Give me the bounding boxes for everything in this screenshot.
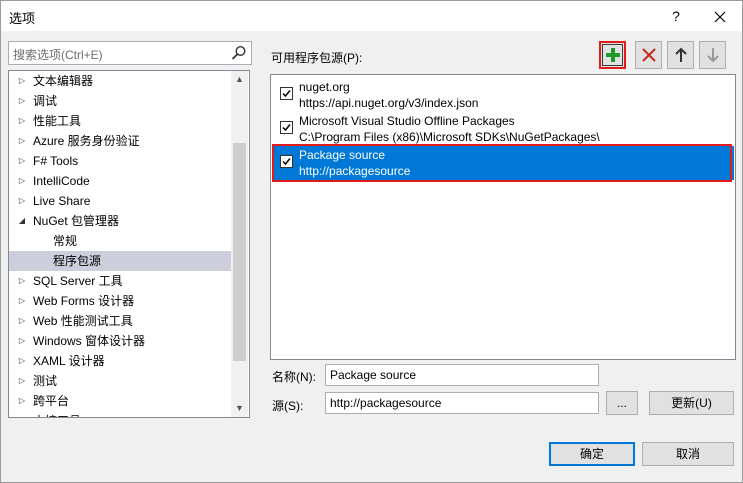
- source-label: 源(S):: [272, 399, 304, 413]
- search-icon[interactable]: [231, 45, 247, 61]
- available-sources-label: 可用程序包源(P):: [271, 51, 363, 65]
- tree-item-label: 调试: [33, 94, 58, 108]
- arrow-up-icon: [674, 47, 687, 62]
- expand-arrow-icon[interactable]: ▷: [17, 411, 27, 417]
- expand-arrow-icon[interactable]: ▷: [17, 111, 27, 131]
- name-field[interactable]: Package source: [325, 364, 599, 386]
- package-source-item[interactable]: Package source http://packagesource: [272, 144, 734, 182]
- tree-item-label: 跨平台: [33, 394, 70, 408]
- expand-arrow-icon[interactable]: ▷: [17, 371, 27, 391]
- add-source-button[interactable]: [599, 41, 626, 69]
- expand-arrow-icon[interactable]: ▷: [17, 151, 27, 171]
- close-button[interactable]: [707, 5, 733, 27]
- tree-item[interactable]: ▷ 调试: [9, 91, 231, 111]
- tree-item[interactable]: ▷ 中控工具: [9, 411, 231, 417]
- cancel-button[interactable]: 取消: [642, 442, 734, 466]
- tree-item[interactable]: ▷ Live Share: [9, 191, 231, 211]
- tree-item-label: 文本编辑器: [33, 74, 94, 88]
- expand-arrow-icon[interactable]: ▷: [17, 271, 27, 291]
- check-icon: [282, 90, 291, 98]
- tree-item-label: Live Share: [33, 194, 91, 208]
- tree-item[interactable]: ▷ Web Forms 设计器: [9, 291, 231, 311]
- tree-item[interactable]: 程序包源: [9, 251, 231, 271]
- tree-item-label: 性能工具: [33, 114, 82, 128]
- tree-item[interactable]: 常规: [9, 231, 231, 251]
- name-label: 名称(N):: [272, 370, 316, 384]
- options-tree: ▷ 文本编辑器 ▷ 调试 ▷ 性能工具 ▷ Azure 服务身份验证 ▷ F# Tools ▷ Int…: [8, 70, 250, 418]
- expand-arrow-icon[interactable]: ▷: [17, 331, 27, 351]
- tree-item-label: 中控工具: [33, 411, 81, 417]
- check-icon: [282, 158, 291, 166]
- window-title: 选项: [9, 11, 36, 26]
- tree-item[interactable]: ▷ Windows 窗体设计器: [9, 331, 231, 351]
- options-dialog: 选项 ? 搜索选项(Ctrl+E) ▷ 文本编辑器 ▷ 调试 ▷ 性能工具 ▷ Azure 服…: [0, 0, 743, 483]
- tree-item-label: F# Tools: [33, 154, 79, 168]
- title-bar: 选项 ?: [1, 1, 742, 31]
- expand-arrow-icon[interactable]: ▷: [17, 91, 27, 111]
- expand-arrow-icon[interactable]: ▷: [17, 191, 27, 211]
- tree-item[interactable]: ▷ 跨平台: [9, 391, 231, 411]
- scroll-up-icon[interactable]: ▲: [231, 71, 248, 88]
- source-url: https://api.nuget.org/v3/index.json: [299, 96, 479, 110]
- tree-item[interactable]: ▷ 文本编辑器: [9, 71, 231, 91]
- tree-item-label: 常规: [53, 234, 78, 248]
- source-url: http://packagesource: [299, 164, 411, 178]
- source-url: C:\Program Files (x86)\Microsoft SDKs\Nu…: [299, 130, 600, 144]
- source-name: Package source: [299, 148, 386, 162]
- package-source-item[interactable]: nuget.org https://api.nuget.org/v3/index.…: [272, 78, 734, 112]
- scroll-down-icon[interactable]: ▼: [231, 400, 248, 417]
- expand-arrow-icon[interactable]: ▷: [17, 391, 27, 411]
- package-source-item[interactable]: Microsoft Visual Studio Offline Packages…: [272, 112, 734, 146]
- tree-item-label: Azure 服务身份验证: [33, 134, 140, 148]
- source-field[interactable]: http://packagesource: [325, 392, 599, 414]
- tree-item-label: 测试: [33, 374, 58, 388]
- expand-arrow-icon[interactable]: ▷: [17, 71, 27, 91]
- browse-button[interactable]: ...: [606, 391, 638, 415]
- source-name: Microsoft Visual Studio Offline Packages: [299, 114, 515, 128]
- collapse-arrow-icon[interactable]: ◢: [17, 211, 27, 231]
- source-name: nuget.org: [299, 80, 350, 94]
- tree-item-label: NuGet 包管理器: [33, 214, 120, 228]
- tree-item-label: IntelliCode: [33, 174, 90, 188]
- expand-arrow-icon[interactable]: ▷: [17, 311, 27, 331]
- tree-item[interactable]: ▷ 性能工具: [9, 111, 231, 131]
- tree-item[interactable]: ▷ F# Tools: [9, 151, 231, 171]
- tree-item[interactable]: ▷ Web 性能测试工具: [9, 311, 231, 331]
- search-input[interactable]: 搜索选项(Ctrl+E): [8, 41, 252, 65]
- expand-arrow-icon[interactable]: ▷: [17, 351, 27, 371]
- tree-item-label: XAML 设计器: [33, 354, 105, 368]
- plus-icon: [605, 48, 620, 62]
- expand-arrow-icon[interactable]: ▷: [17, 171, 27, 191]
- tree-scrollbar[interactable]: ▲ ▼: [231, 71, 248, 417]
- expand-arrow-icon[interactable]: ▷: [17, 131, 27, 151]
- move-up-button[interactable]: [667, 41, 694, 69]
- help-button[interactable]: ?: [663, 5, 689, 27]
- tree-item-label: Web Forms 设计器: [33, 294, 135, 308]
- tree-item[interactable]: ▷ Azure 服务身份验证: [9, 131, 231, 151]
- tree-item[interactable]: ▷ XAML 设计器: [9, 351, 231, 371]
- arrow-down-icon: [706, 48, 719, 63]
- tree-item[interactable]: ▷ SQL Server 工具: [9, 271, 231, 291]
- ok-button[interactable]: 确定: [549, 442, 635, 466]
- scroll-thumb[interactable]: [233, 143, 246, 361]
- enable-checkbox[interactable]: [280, 121, 293, 134]
- tree-item-label: 程序包源: [53, 254, 102, 268]
- tree-item-label: SQL Server 工具: [33, 274, 123, 288]
- check-icon: [282, 124, 291, 132]
- tree-item[interactable]: ▷ 测试: [9, 371, 231, 391]
- enable-checkbox[interactable]: [280, 87, 293, 100]
- delete-icon: [641, 48, 656, 62]
- tree-item[interactable]: ▷ IntelliCode: [9, 171, 231, 191]
- close-icon: [714, 11, 726, 23]
- tree-item-label: Windows 窗体设计器: [33, 334, 146, 348]
- remove-source-button[interactable]: [635, 41, 662, 69]
- update-button[interactable]: 更新(U): [649, 391, 734, 415]
- search-placeholder: 搜索选项(Ctrl+E): [13, 48, 103, 62]
- package-sources-list: nuget.org https://api.nuget.org/v3/index.…: [270, 74, 736, 360]
- enable-checkbox[interactable]: [280, 155, 293, 168]
- move-down-button[interactable]: [699, 41, 726, 69]
- tree-item-label: Web 性能测试工具: [33, 314, 133, 328]
- tree-item[interactable]: ◢ NuGet 包管理器: [9, 211, 231, 231]
- expand-arrow-icon[interactable]: ▷: [17, 291, 27, 311]
